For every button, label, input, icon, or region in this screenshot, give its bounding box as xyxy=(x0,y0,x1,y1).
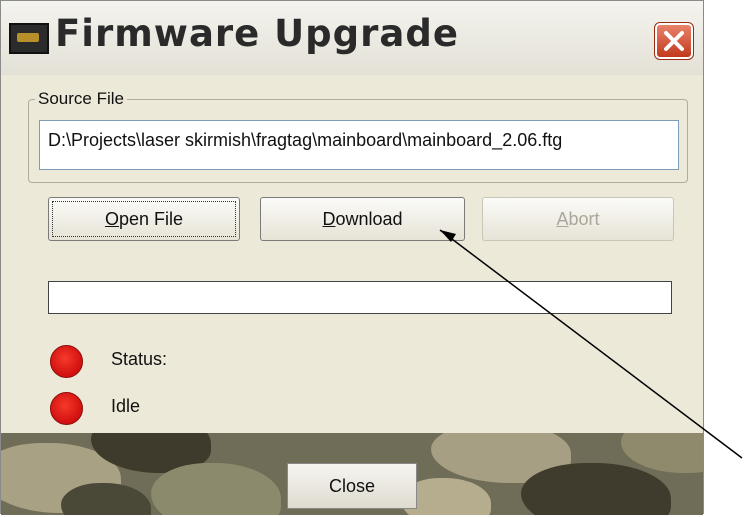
annotation-arrow xyxy=(439,229,743,459)
